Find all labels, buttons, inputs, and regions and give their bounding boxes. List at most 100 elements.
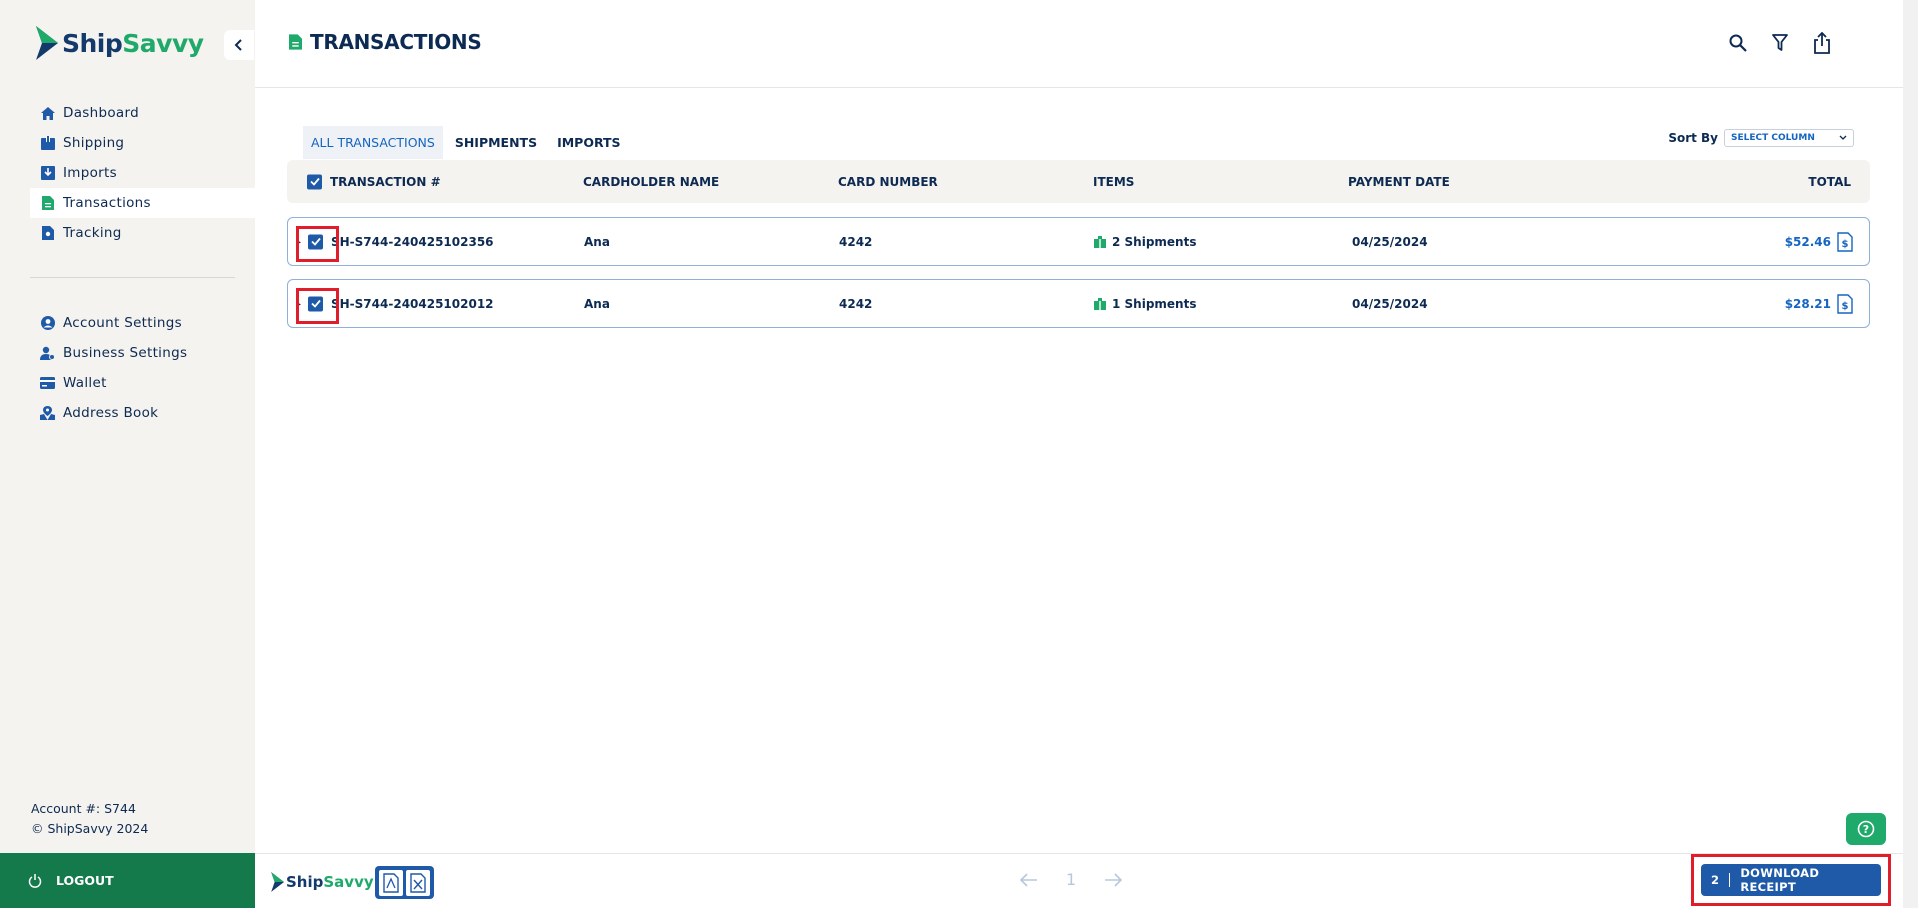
sidebar-item-label: Wallet	[63, 375, 107, 391]
arrow-right-icon[interactable]	[1104, 872, 1123, 887]
sidebar-item-wallet[interactable]: Wallet	[30, 368, 255, 398]
card-number: 4242	[839, 234, 873, 249]
svg-text:$: $	[1842, 239, 1849, 250]
sidebar-item-dashboard[interactable]: Dashboard	[30, 98, 255, 128]
sort-control: Sort By SELECT COLUMN	[1668, 129, 1854, 147]
business-user-icon	[40, 346, 55, 361]
sidebar-item-transactions[interactable]: Transactions	[30, 188, 255, 218]
filter-icon[interactable]	[1769, 32, 1791, 54]
sidebar-item-label: Business Settings	[63, 345, 188, 361]
download-receipt-highlight: 2 DOWNLOAD RECEIPT	[1691, 854, 1891, 906]
svg-text:?: ?	[1863, 823, 1869, 836]
export-buttons	[375, 866, 434, 899]
package-icon	[1094, 235, 1106, 248]
page-title: TRANSACTIONS	[289, 30, 482, 54]
logout-button[interactable]: LOGOUT	[0, 853, 255, 908]
address-book-icon	[40, 406, 55, 421]
transaction-number[interactable]: SH-S744-240425102012	[331, 297, 494, 311]
sidebar-item-shipping[interactable]: Shipping	[30, 128, 255, 158]
export-excel-button[interactable]	[406, 869, 430, 896]
row-checkbox[interactable]	[308, 234, 323, 249]
user-circle-icon	[40, 316, 55, 331]
tracking-icon	[40, 226, 55, 241]
logo[interactable]: ShipSavvy	[34, 26, 204, 60]
search-icon[interactable]	[1727, 32, 1749, 54]
expand-row-icon[interactable]: ▸	[297, 299, 301, 308]
import-icon	[40, 166, 55, 181]
sidebar-item-label: Tracking	[63, 225, 122, 241]
settings-nav: Account Settings Business Settings Walle…	[30, 308, 255, 428]
items-count: 1 Shipments	[1112, 296, 1197, 311]
page-number[interactable]: 1	[1066, 870, 1076, 889]
total-amount: $52.46	[1784, 234, 1831, 249]
total-cell: $52.46 $	[1784, 231, 1853, 252]
column-header-payment-date[interactable]: PAYMENT DATE	[1348, 175, 1450, 189]
footer-logo[interactable]: ShipSavvy	[270, 872, 374, 892]
sidebar-item-address-book[interactable]: Address Book	[30, 398, 255, 428]
tab-all-transactions[interactable]: ALL TRANSACTIONS	[303, 126, 443, 159]
items-cell[interactable]: 2 Shipments	[1094, 235, 1196, 249]
receipt-icon[interactable]: $	[1837, 231, 1853, 252]
check-icon	[310, 299, 321, 308]
total-cell: $28.21 $	[1785, 293, 1853, 314]
payment-date: 04/25/2024	[1352, 296, 1428, 311]
sort-select[interactable]: SELECT COLUMN	[1724, 129, 1854, 147]
cardholder-name: Ana	[584, 234, 610, 249]
column-header-cardholder[interactable]: CARDHOLDER NAME	[583, 175, 719, 189]
sidebar-divider	[30, 277, 235, 278]
wallet-icon	[40, 376, 55, 391]
collapse-sidebar-button[interactable]	[224, 30, 254, 60]
transaction-number[interactable]: SH-S744-240425102356	[331, 235, 494, 249]
home-icon	[40, 106, 55, 121]
sidebar: ShipSavvy Dashboard Shipping Imports Tra…	[0, 0, 255, 908]
table-header: TRANSACTION # CARDHOLDER NAME CARD NUMBE…	[287, 160, 1870, 203]
column-header-items[interactable]: ITEMS	[1093, 175, 1134, 189]
page-header: TRANSACTIONS	[255, 0, 1903, 88]
box-icon	[40, 136, 55, 151]
row-checkbox[interactable]	[308, 296, 323, 311]
expand-row-icon[interactable]: ▸	[297, 237, 301, 246]
share-export-icon[interactable]	[1811, 32, 1833, 54]
sidebar-item-imports[interactable]: Imports	[30, 158, 255, 188]
document-icon	[289, 34, 302, 50]
sidebar-item-account-settings[interactable]: Account Settings	[30, 308, 255, 338]
column-header-total[interactable]: TOTAL	[1808, 175, 1851, 189]
column-header-transaction[interactable]: TRANSACTION #	[330, 175, 441, 189]
sort-select-value: SELECT COLUMN	[1731, 133, 1815, 143]
page-scrollbar[interactable]	[1903, 0, 1918, 908]
svg-text:$: $	[1842, 301, 1849, 312]
table-row[interactable]: ▸ SH-S744-240425102012 Ana 4242 1 Shipme…	[287, 279, 1870, 328]
cardholder-name: Ana	[584, 296, 610, 311]
selected-count: 2	[1711, 873, 1731, 887]
account-info: Account #: S744 © ShipSavvy 2024	[31, 799, 148, 839]
download-receipt-button[interactable]: 2 DOWNLOAD RECEIPT	[1701, 864, 1881, 896]
card-number: 4242	[839, 296, 873, 311]
tab-shipments[interactable]: SHIPMENTS	[447, 126, 545, 159]
table-row[interactable]: ▸ SH-S744-240425102356 Ana 4242 2 Shipme…	[287, 217, 1870, 266]
sidebar-item-label: Transactions	[63, 195, 151, 211]
receipt-icon[interactable]: $	[1837, 293, 1853, 314]
footer-logo-part2: Savvy	[323, 873, 374, 891]
payment-date: 04/25/2024	[1352, 234, 1428, 249]
items-cell[interactable]: 1 Shipments	[1094, 297, 1196, 311]
page-title-text: TRANSACTIONS	[310, 30, 482, 54]
sidebar-item-tracking[interactable]: Tracking	[30, 218, 255, 248]
select-all-checkbox[interactable]	[307, 174, 322, 189]
check-icon	[310, 237, 321, 246]
sidebar-item-label: Shipping	[63, 135, 125, 151]
pagination: 1	[1020, 870, 1123, 889]
sidebar-item-business-settings[interactable]: Business Settings	[30, 338, 255, 368]
document-icon	[40, 196, 55, 211]
arrow-left-icon[interactable]	[1020, 872, 1038, 887]
header-actions	[1727, 32, 1833, 54]
chevron-down-icon	[1839, 135, 1847, 140]
download-receipt-label: DOWNLOAD RECEIPT	[1740, 866, 1820, 894]
help-icon: ?	[1857, 820, 1875, 838]
export-pdf-button[interactable]	[379, 869, 403, 896]
help-button[interactable]: ?	[1846, 813, 1886, 845]
column-header-card-number[interactable]: CARD NUMBER	[838, 175, 938, 189]
tab-imports[interactable]: IMPORTS	[549, 126, 628, 159]
sidebar-item-label: Dashboard	[63, 105, 139, 121]
sidebar-item-label: Imports	[63, 165, 117, 181]
logout-icon	[28, 873, 42, 888]
